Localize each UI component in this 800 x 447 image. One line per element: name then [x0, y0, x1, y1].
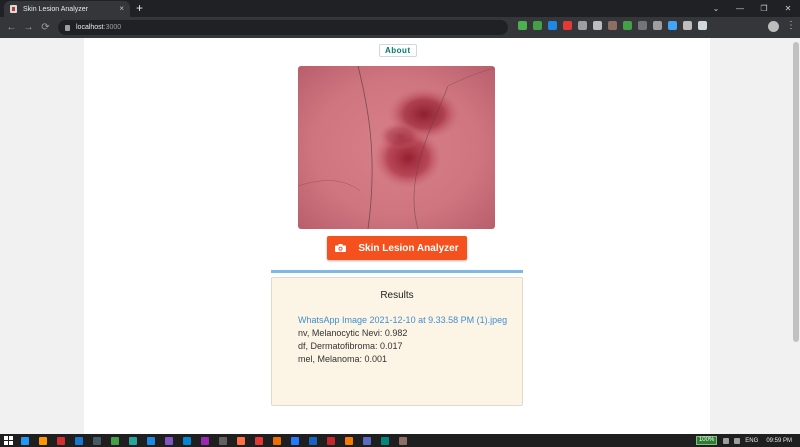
prediction-line: df, Dermatofibroma: 0.017 [298, 341, 403, 351]
taskbar-app-icon[interactable] [255, 436, 263, 445]
extension-icon[interactable] [683, 21, 692, 30]
taskbar-app-icon[interactable] [201, 436, 209, 445]
clock[interactable]: 09:59 PM [766, 438, 792, 444]
lesion-image [298, 66, 495, 229]
restore-icon[interactable]: ❐ [752, 4, 776, 13]
taskbar-app-icon[interactable] [183, 436, 191, 445]
browser-titlebar: Skin Lesion Analyzer × + ⌄ — ❐ ✕ [0, 0, 800, 17]
extension-icon[interactable] [578, 21, 587, 30]
extension-icon[interactable] [593, 21, 602, 30]
extension-icon[interactable] [698, 21, 707, 30]
tab-favicon-icon [10, 5, 17, 13]
prediction-line: nv, Melanocytic Nevi: 0.982 [298, 328, 408, 338]
taskbar-apps [21, 436, 417, 445]
taskbar-app-icon[interactable] [399, 436, 407, 445]
browser-tab[interactable]: Skin Lesion Analyzer × [4, 1, 130, 17]
scrollbar-thumb[interactable] [793, 42, 799, 342]
taskbar-app-icon[interactable] [327, 436, 335, 445]
results-body: WhatsApp Image 2021-12-10 at 9.33.58 PM … [298, 314, 508, 366]
extension-icon[interactable] [548, 21, 557, 30]
network-icon[interactable] [723, 437, 730, 444]
windows-start-icon[interactable] [4, 436, 13, 445]
taskbar-app-icon[interactable] [309, 436, 317, 445]
extensions-area [518, 21, 713, 30]
tab-search-icon[interactable]: ⌄ [704, 4, 728, 13]
file-name-link[interactable]: WhatsApp Image 2021-12-10 at 9.33.58 PM … [298, 314, 508, 327]
results-title: Results [380, 290, 414, 301]
language-indicator[interactable]: ENG [745, 438, 758, 444]
system-tray: 100% ENG 09:59 PM [695, 434, 800, 447]
battery-indicator[interactable]: 100% [695, 436, 718, 445]
tab-close-icon[interactable]: × [119, 5, 124, 13]
close-window-icon[interactable]: ✕ [776, 4, 800, 13]
profile-avatar[interactable] [768, 21, 779, 32]
taskbar-app-icon[interactable] [237, 436, 245, 445]
extension-icon[interactable] [608, 21, 617, 30]
page-scrollbar[interactable] [792, 38, 800, 434]
taskbar-app-icon[interactable] [165, 436, 173, 445]
address-bar[interactable]: localhost:3000 [58, 20, 508, 35]
taskbar-app-icon[interactable] [381, 436, 389, 445]
extension-icon[interactable] [533, 21, 542, 30]
prediction-line: mel, Melanoma: 0.001 [298, 354, 388, 364]
windows-taskbar: 100% ENG 09:59 PM [0, 434, 800, 447]
taskbar-app-icon[interactable] [111, 436, 119, 445]
taskbar-app-icon[interactable] [345, 436, 353, 445]
about-button[interactable]: About [379, 44, 417, 57]
taskbar-app-icon[interactable] [219, 436, 227, 445]
taskbar-app-icon[interactable] [273, 436, 281, 445]
taskbar-app-icon[interactable] [57, 436, 65, 445]
taskbar-app-icon[interactable] [363, 436, 371, 445]
progress-bar [271, 270, 523, 273]
volume-icon[interactable] [734, 437, 741, 444]
site-info-icon[interactable] [65, 24, 70, 31]
back-icon[interactable]: ← [3, 22, 20, 33]
page-viewport: About Skin Lesion Analyzer Results Whats… [0, 38, 800, 434]
extension-icon[interactable] [563, 21, 572, 30]
results-card: Results WhatsApp Image 2021-12-10 at 9.3… [271, 277, 523, 406]
taskbar-app-icon[interactable] [39, 436, 47, 445]
taskbar-app-icon[interactable] [93, 436, 101, 445]
extension-icon[interactable] [623, 21, 632, 30]
window-controls: ⌄ — ❐ ✕ [704, 0, 800, 17]
new-tab-button[interactable]: + [136, 1, 143, 15]
taskbar-app-icon[interactable] [21, 436, 29, 445]
extension-icon[interactable] [653, 21, 662, 30]
tab-title: Skin Lesion Analyzer [23, 5, 88, 13]
forward-icon[interactable]: → [20, 22, 37, 33]
minimize-icon[interactable]: — [728, 4, 752, 13]
app-page: About Skin Lesion Analyzer Results Whats… [84, 38, 710, 434]
browser-toolbar: ← → ⟳ localhost:3000 ⋮ [0, 17, 800, 38]
taskbar-app-icon[interactable] [129, 436, 137, 445]
extension-icon[interactable] [518, 21, 527, 30]
reload-icon[interactable]: ⟳ [37, 22, 54, 33]
extension-icon[interactable] [668, 21, 677, 30]
taskbar-app-icon[interactable] [147, 436, 155, 445]
analyze-button-label: Skin Lesion Analyzer [358, 242, 459, 254]
extension-icon[interactable] [638, 21, 647, 30]
analyze-button[interactable]: Skin Lesion Analyzer [327, 236, 467, 260]
taskbar-app-icon[interactable] [75, 436, 83, 445]
taskbar-app-icon[interactable] [291, 436, 299, 445]
camera-icon [335, 244, 347, 252]
browser-menu-icon[interactable]: ⋮ [786, 20, 796, 32]
url-text: localhost:3000 [76, 24, 122, 31]
